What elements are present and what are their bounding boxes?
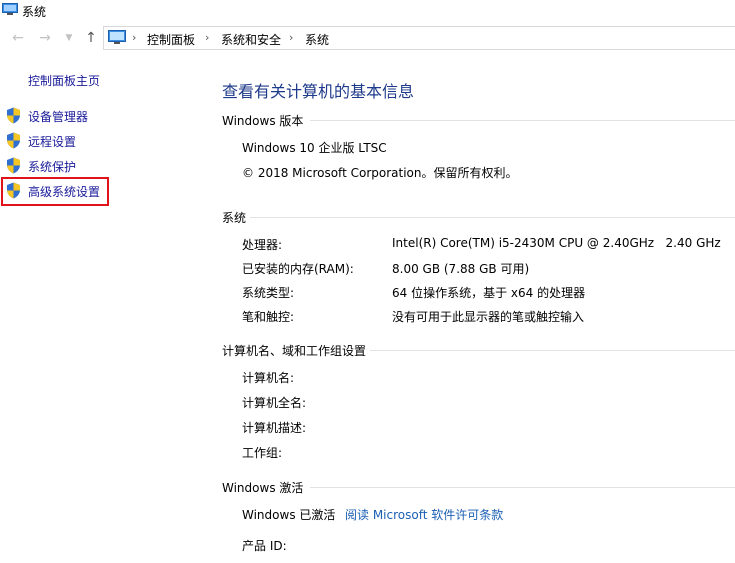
breadcrumb-system[interactable]: 系统 (305, 31, 329, 48)
sidebar-item-system-protection[interactable]: 系统保护 (4, 155, 108, 175)
address-bar[interactable]: › 控制面板 › 系统和安全 › 系统 (103, 26, 735, 50)
recent-chevron-down-icon[interactable]: ▼ (60, 28, 78, 48)
computer-name-label: 计算机名: (242, 371, 295, 385)
up-arrow-icon[interactable]: ↑ (82, 28, 100, 48)
sidebar-item-label: 设备管理器 (28, 110, 89, 124)
back-arrow-icon[interactable]: ← (9, 28, 27, 48)
computer-description-label: 计算机描述: (242, 421, 307, 435)
sidebar-item-device-manager[interactable]: 设备管理器 (4, 105, 108, 125)
section-divider (310, 120, 735, 121)
control-panel-icon (108, 30, 126, 44)
window-title: 系统 (22, 5, 47, 19)
workgroup-label: 工作组: (242, 446, 283, 460)
section-divider (310, 487, 735, 488)
sidebar-control-panel-home[interactable]: 控制面板主页 (28, 72, 100, 89)
windows-edition-name: Windows 10 企业版 LTSC (242, 141, 387, 155)
uac-shield-icon (7, 132, 20, 149)
sidebar-item-label: 远程设置 (28, 135, 77, 149)
processor-value: Intel(R) Core(TM) i5-2430M CPU @ 2.40GHz… (392, 236, 721, 250)
uac-shield-icon (7, 107, 20, 124)
forward-arrow-icon[interactable]: → (36, 28, 54, 48)
full-computer-name-label: 计算机全名: (242, 396, 307, 410)
navigation-bar: ← → ▼ ↑ › 控制面板 › 系统和安全 › 系统 (0, 26, 735, 50)
section-heading-system: 系统 (222, 211, 247, 225)
copyright-text: © 2018 Microsoft Corporation。保留所有权利。 (242, 166, 518, 180)
system-type-label: 系统类型: (242, 286, 295, 300)
breadcrumb-system-security[interactable]: 系统和安全 (221, 31, 281, 48)
license-terms-link[interactable]: 阅读 Microsoft 软件许可条款 (345, 506, 503, 523)
section-divider (250, 217, 735, 218)
pen-touch-label: 笔和触控: (242, 310, 295, 324)
breadcrumb-separator-icon: › (205, 31, 210, 44)
title-bar: 系统 (0, 0, 735, 22)
breadcrumb-control-panel[interactable]: 控制面板 (147, 31, 195, 48)
sidebar-item-label: 系统保护 (28, 160, 77, 174)
ram-label: 已安装的内存(RAM): (242, 262, 354, 276)
processor-label: 处理器: (242, 238, 283, 252)
ram-value: 8.00 GB (7.88 GB 可用) (392, 262, 530, 276)
pen-touch-value: 没有可用于此显示器的笔或触控输入 (392, 310, 585, 324)
uac-shield-icon (7, 157, 20, 174)
system-type-value: 64 位操作系统，基于 x64 的处理器 (392, 286, 586, 300)
product-id-label: 产品 ID: (242, 539, 287, 553)
page-title: 查看有关计算机的基本信息 (222, 82, 415, 101)
breadcrumb-separator-icon: › (132, 31, 137, 44)
section-divider (370, 350, 735, 351)
sidebar-item-remote-settings[interactable]: 远程设置 (4, 130, 108, 150)
highlight-box (1, 177, 109, 206)
activation-status: Windows 已激活 (242, 508, 336, 522)
breadcrumb-separator-icon: › (289, 31, 294, 44)
system-window-icon (2, 3, 18, 15)
section-heading-windows-activation: Windows 激活 (222, 481, 304, 495)
section-heading-computer-name: 计算机名、域和工作组设置 (222, 344, 367, 358)
section-heading-windows-edition: Windows 版本 (222, 114, 304, 128)
